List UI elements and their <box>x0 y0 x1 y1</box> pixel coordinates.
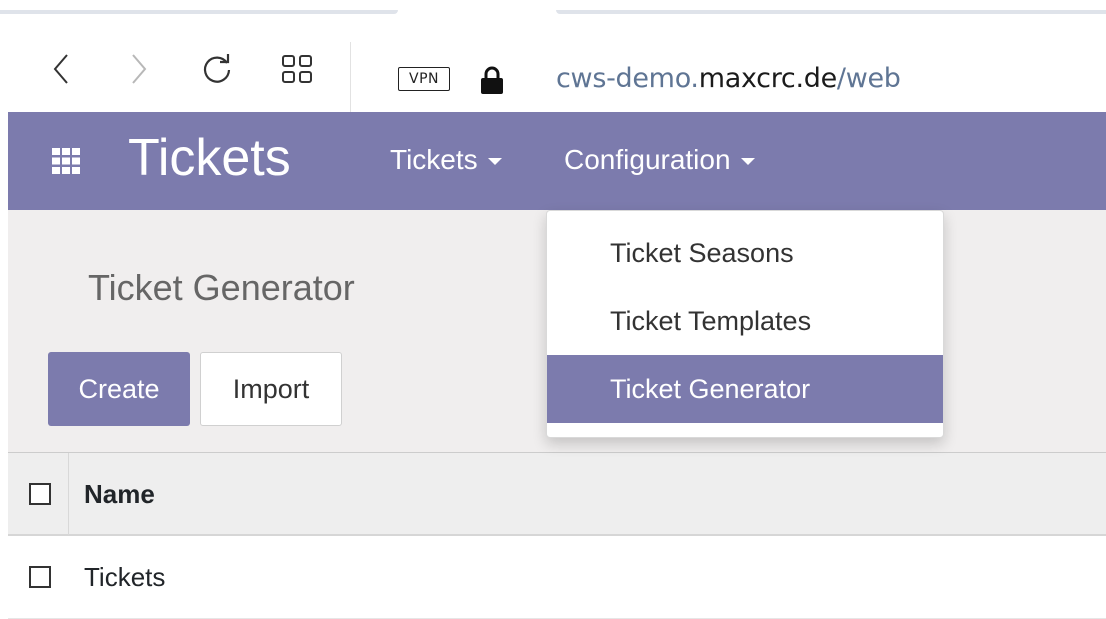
reload-button[interactable] <box>200 52 234 86</box>
main-navbar: Tickets Tickets Configuration <box>8 112 1106 210</box>
table-row[interactable]: Tickets <box>8 536 1106 619</box>
url-prefix: cws-demo. <box>556 63 699 94</box>
menu-tickets[interactable]: Tickets <box>390 142 502 178</box>
url-path: /web <box>836 63 901 94</box>
row-name: Tickets <box>84 562 166 592</box>
menu-tickets-label: Tickets <box>390 144 478 175</box>
browser-toolbar: VPN cws-demo.maxcrc.de/web <box>0 14 1106 112</box>
list-view: Name Tickets <box>8 452 1106 619</box>
back-icon <box>53 54 68 84</box>
create-button[interactable]: Create <box>48 352 190 426</box>
browser-tabstrip <box>0 0 1106 14</box>
lock-icon[interactable] <box>479 65 505 95</box>
back-button[interactable] <box>44 52 78 86</box>
url-host: maxcrc.de <box>698 63 837 94</box>
page-title: Ticket Generator <box>88 267 355 308</box>
import-button[interactable]: Import <box>200 352 342 426</box>
row-checkbox[interactable] <box>29 566 51 588</box>
select-all-checkbox[interactable] <box>29 483 51 505</box>
app-brand[interactable]: Tickets <box>128 126 291 190</box>
menu-configuration[interactable]: Configuration <box>564 142 755 178</box>
forward-icon <box>132 54 147 84</box>
configuration-dropdown: Ticket Seasons Ticket Templates Ticket G… <box>546 210 944 438</box>
grid-icon <box>282 55 312 83</box>
dropdown-item-ticket-generator[interactable]: Ticket Generator <box>547 355 943 423</box>
dropdown-item-ticket-seasons[interactable]: Ticket Seasons <box>547 219 943 287</box>
toolbar-divider <box>350 42 351 112</box>
menu-configuration-label: Configuration <box>564 144 731 175</box>
vpn-badge[interactable]: VPN <box>398 67 450 91</box>
column-header-name[interactable]: Name <box>84 477 155 511</box>
caret-down-icon <box>487 158 502 165</box>
address-bar[interactable]: cws-demo.maxcrc.de/web <box>556 62 901 96</box>
reload-icon <box>203 54 231 83</box>
caret-down-icon <box>740 158 755 165</box>
column-divider <box>68 453 69 535</box>
dropdown-item-ticket-templates[interactable]: Ticket Templates <box>547 287 943 355</box>
list-header: Name <box>8 452 1106 536</box>
apps-icon[interactable] <box>52 148 80 174</box>
forward-button[interactable] <box>122 52 156 86</box>
speed-dial-button[interactable] <box>280 52 314 86</box>
